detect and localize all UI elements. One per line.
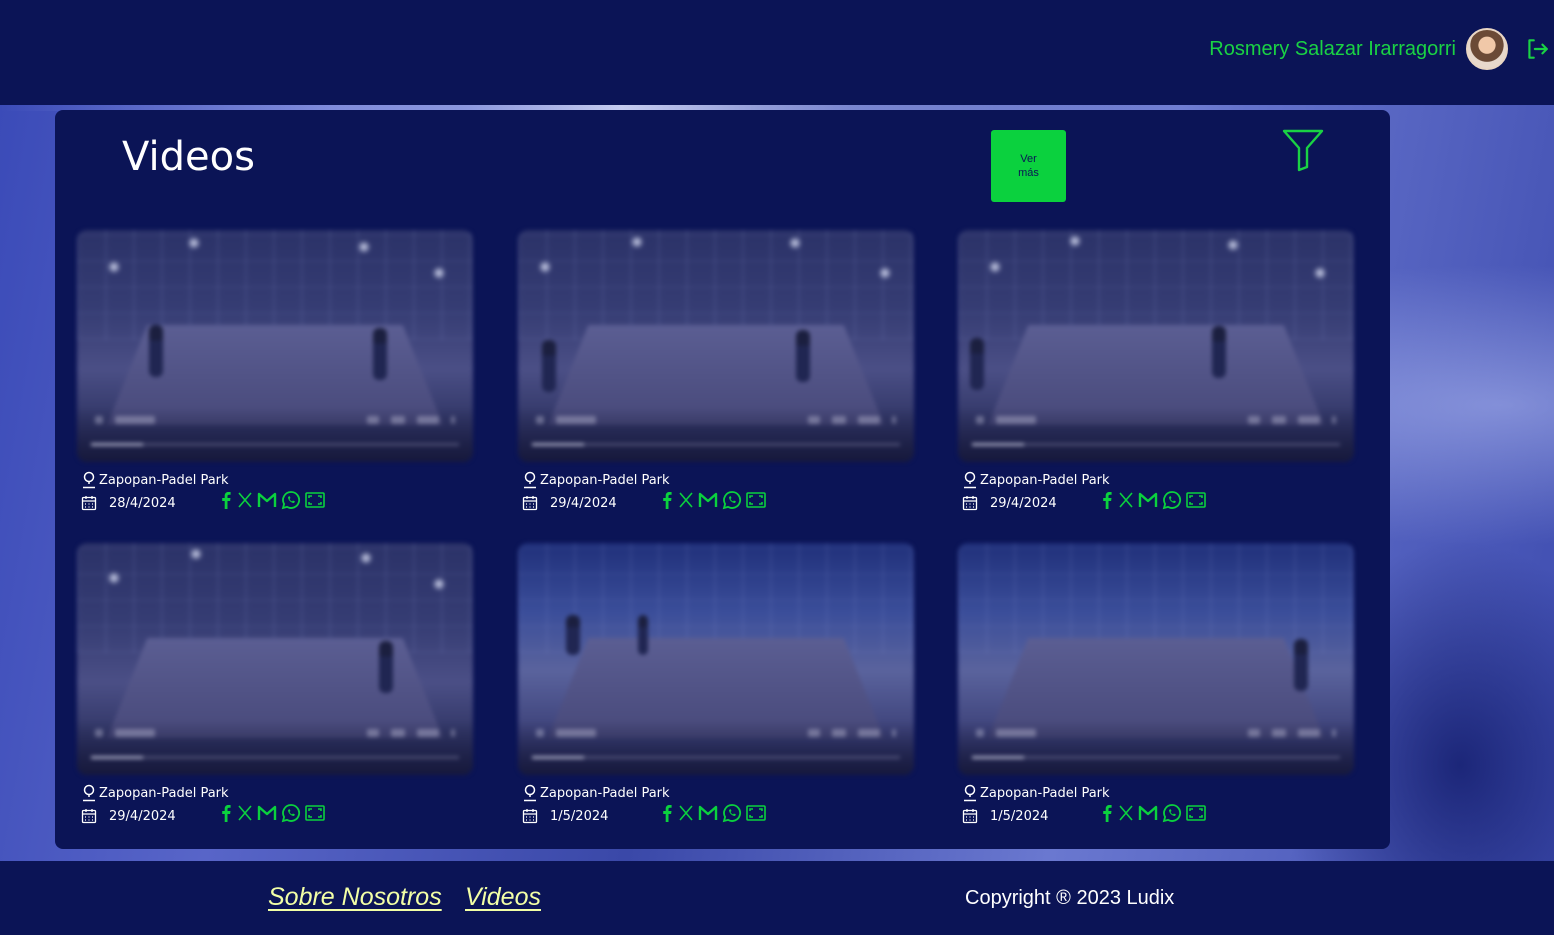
video-location: Zapopan-Padel Park xyxy=(980,472,1110,488)
fullscreen-icon[interactable] xyxy=(1186,492,1206,508)
whatsapp-icon[interactable] xyxy=(722,803,742,823)
video-card: Zapopan-Padel Park 29/4/2024 xyxy=(77,543,477,843)
share-buttons xyxy=(660,489,766,511)
video-player[interactable] xyxy=(77,543,473,775)
video-date: 1/5/2024 xyxy=(550,808,609,824)
calendar-icon xyxy=(962,496,978,511)
location-pin-icon xyxy=(524,784,536,802)
top-bar: Rosmery Salazar Irarragorri xyxy=(0,0,1554,105)
facebook-icon[interactable] xyxy=(660,491,674,509)
share-buttons xyxy=(1100,802,1206,824)
facebook-icon[interactable] xyxy=(1100,491,1114,509)
video-date: 29/4/2024 xyxy=(990,495,1057,511)
footer: Sobre Nosotros Videos Copyright ® 2023 L… xyxy=(0,861,1554,935)
whatsapp-icon[interactable] xyxy=(281,490,301,510)
avatar[interactable] xyxy=(1466,28,1508,70)
location-pin-icon xyxy=(83,784,95,802)
x-icon[interactable] xyxy=(678,491,694,509)
video-card: Zapopan-Padel Park 29/4/2024 xyxy=(518,230,918,530)
videos-panel: Videos Ver más Zapopan-Padel Park 28/4/2… xyxy=(55,110,1390,849)
copyright: Copyright ® 2023 Ludix xyxy=(965,887,1175,909)
location-pin-icon xyxy=(524,471,536,489)
video-date: 29/4/2024 xyxy=(109,808,176,824)
share-buttons xyxy=(219,802,325,824)
calendar-icon xyxy=(962,809,978,824)
video-location: Zapopan-Padel Park xyxy=(980,785,1110,801)
video-player[interactable] xyxy=(958,230,1354,462)
gmail-icon[interactable] xyxy=(257,804,277,822)
page-title: Videos xyxy=(122,134,255,180)
share-buttons xyxy=(219,489,325,511)
calendar-icon xyxy=(522,809,538,824)
x-icon[interactable] xyxy=(237,491,253,509)
video-location: Zapopan-Padel Park xyxy=(99,785,229,801)
location-pin-icon xyxy=(964,784,976,802)
gmail-icon[interactable] xyxy=(1138,804,1158,822)
share-buttons xyxy=(660,802,766,824)
location-pin-icon xyxy=(83,471,95,489)
ver-mas-button[interactable]: Ver más xyxy=(991,130,1066,202)
video-card: Zapopan-Padel Park 28/4/2024 xyxy=(77,230,477,530)
user-name[interactable]: Rosmery Salazar Irarragorri xyxy=(1209,38,1456,61)
video-date: 1/5/2024 xyxy=(990,808,1049,824)
whatsapp-icon[interactable] xyxy=(1162,490,1182,510)
x-icon[interactable] xyxy=(1118,804,1134,822)
video-card: Zapopan-Padel Park 1/5/2024 xyxy=(518,543,918,843)
video-location: Zapopan-Padel Park xyxy=(99,472,229,488)
share-buttons xyxy=(1100,489,1206,511)
whatsapp-icon[interactable] xyxy=(1162,803,1182,823)
video-location: Zapopan-Padel Park xyxy=(540,472,670,488)
facebook-icon[interactable] xyxy=(219,804,233,822)
gmail-icon[interactable] xyxy=(1138,491,1158,509)
facebook-icon[interactable] xyxy=(219,491,233,509)
location-pin-icon xyxy=(964,471,976,489)
video-date: 29/4/2024 xyxy=(550,495,617,511)
gmail-icon[interactable] xyxy=(257,491,277,509)
footer-link-videos[interactable]: Videos xyxy=(465,883,541,912)
video-card: Zapopan-Padel Park 1/5/2024 xyxy=(958,543,1358,843)
whatsapp-icon[interactable] xyxy=(722,490,742,510)
video-player[interactable] xyxy=(518,230,914,462)
fullscreen-icon[interactable] xyxy=(305,805,325,821)
user-menu: Rosmery Salazar Irarragorri xyxy=(1209,26,1554,72)
video-player[interactable] xyxy=(518,543,914,775)
video-player[interactable] xyxy=(77,230,473,462)
gmail-icon[interactable] xyxy=(698,491,718,509)
x-icon[interactable] xyxy=(237,804,253,822)
x-icon[interactable] xyxy=(1118,491,1134,509)
calendar-icon xyxy=(522,496,538,511)
gmail-icon[interactable] xyxy=(698,804,718,822)
video-date: 28/4/2024 xyxy=(109,495,176,511)
calendar-icon xyxy=(81,496,97,511)
calendar-icon xyxy=(81,809,97,824)
x-icon[interactable] xyxy=(678,804,694,822)
facebook-icon[interactable] xyxy=(1100,804,1114,822)
fullscreen-icon[interactable] xyxy=(746,805,766,821)
footer-link-sobre-nosotros[interactable]: Sobre Nosotros xyxy=(268,883,442,912)
fullscreen-icon[interactable] xyxy=(746,492,766,508)
fullscreen-icon[interactable] xyxy=(305,492,325,508)
video-card: Zapopan-Padel Park 29/4/2024 xyxy=(958,230,1358,530)
whatsapp-icon[interactable] xyxy=(281,803,301,823)
filter-icon[interactable] xyxy=(1282,128,1324,172)
video-location: Zapopan-Padel Park xyxy=(540,785,670,801)
fullscreen-icon[interactable] xyxy=(1186,805,1206,821)
facebook-icon[interactable] xyxy=(660,804,674,822)
logout-icon[interactable] xyxy=(1524,36,1550,62)
video-player[interactable] xyxy=(958,543,1354,775)
